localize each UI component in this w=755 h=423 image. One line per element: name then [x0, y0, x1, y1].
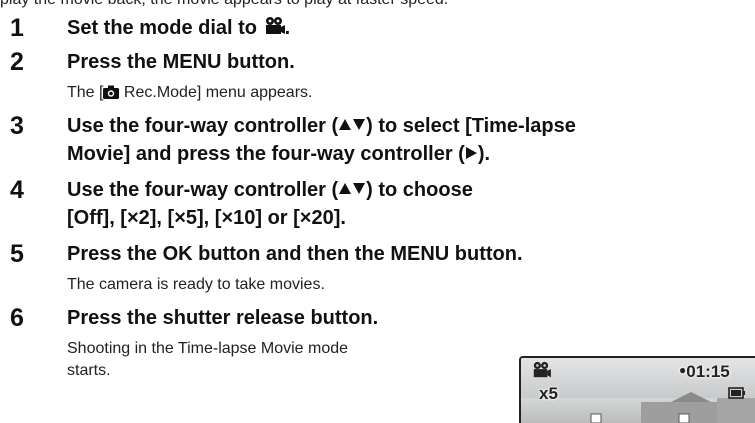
step-heading: Set the mode dial to . — [67, 14, 290, 44]
recording-time: ●01:15 — [679, 362, 730, 381]
step-number: 3 — [10, 112, 24, 140]
step-number: 1 — [10, 14, 24, 42]
step-body-line2: starts. — [67, 362, 111, 379]
step-heading-b: ) to choose — [366, 179, 473, 201]
triangle-up-icon — [339, 119, 352, 130]
triangle-right-icon — [465, 147, 477, 159]
step-number: 2 — [10, 48, 24, 76]
movie-mode-icon — [531, 361, 551, 384]
step-heading-line2: Movie] and press the four-way controller… — [67, 140, 576, 168]
step-heading: Press the MENU button. — [67, 51, 295, 73]
step-heading-a: Use the four-way controller ( — [67, 115, 339, 137]
step-body: The camera is ready to take movies. — [67, 276, 325, 293]
step-heading-line2-b: ). — [477, 143, 491, 165]
step-heading-b: ) to select [Time-lapse — [366, 115, 576, 137]
step-heading: Use the four-way controller ( ) to select… — [67, 112, 576, 168]
step-body-line1: Shooting in the Time-lapse Movie mode — [67, 340, 349, 357]
triangle-down-icon — [353, 119, 366, 130]
battery-icon — [728, 386, 746, 404]
cut-off-text-line: play the movie back, the movie appears t… — [0, 0, 755, 9]
step-heading-period: . — [284, 17, 291, 39]
step-body-text-after: Rec.Mode] menu appears. — [119, 84, 313, 101]
step-heading: Press the OK button and then the MENU bu… — [67, 243, 523, 265]
step-body-text-before: The [ — [67, 84, 104, 101]
camera-icon — [103, 84, 120, 106]
triangle-down-icon — [353, 183, 366, 194]
step-number: 5 — [10, 240, 24, 268]
step-heading: Press the shutter release button. — [67, 307, 379, 329]
step-body: The [ Rec.Mode] menu appears. — [67, 82, 312, 106]
time-lapse-rate: x5 — [539, 384, 558, 403]
step-number: 4 — [10, 176, 24, 204]
step-body: Shooting in the Time-lapse Movie mode st… — [67, 338, 507, 382]
triangle-up-icon — [339, 183, 352, 194]
recording-time-value: 01:15 — [686, 362, 730, 381]
step-heading-line2-a: Movie] and press the four-way controller… — [67, 143, 465, 165]
step-heading-a: Use the four-way controller ( — [67, 179, 339, 201]
step-heading-text: Set the mode dial to — [67, 17, 258, 39]
step-heading-line2: [Off], [×2], [×5], [×10] or [×20]. — [67, 207, 346, 229]
movie-mode-icon — [263, 16, 285, 44]
step-heading: Use the four-way controller ( ) to choose… — [67, 176, 473, 232]
step-number: 6 — [10, 304, 24, 332]
camera-lcd-preview: x5 ●01:15 — [519, 356, 755, 423]
